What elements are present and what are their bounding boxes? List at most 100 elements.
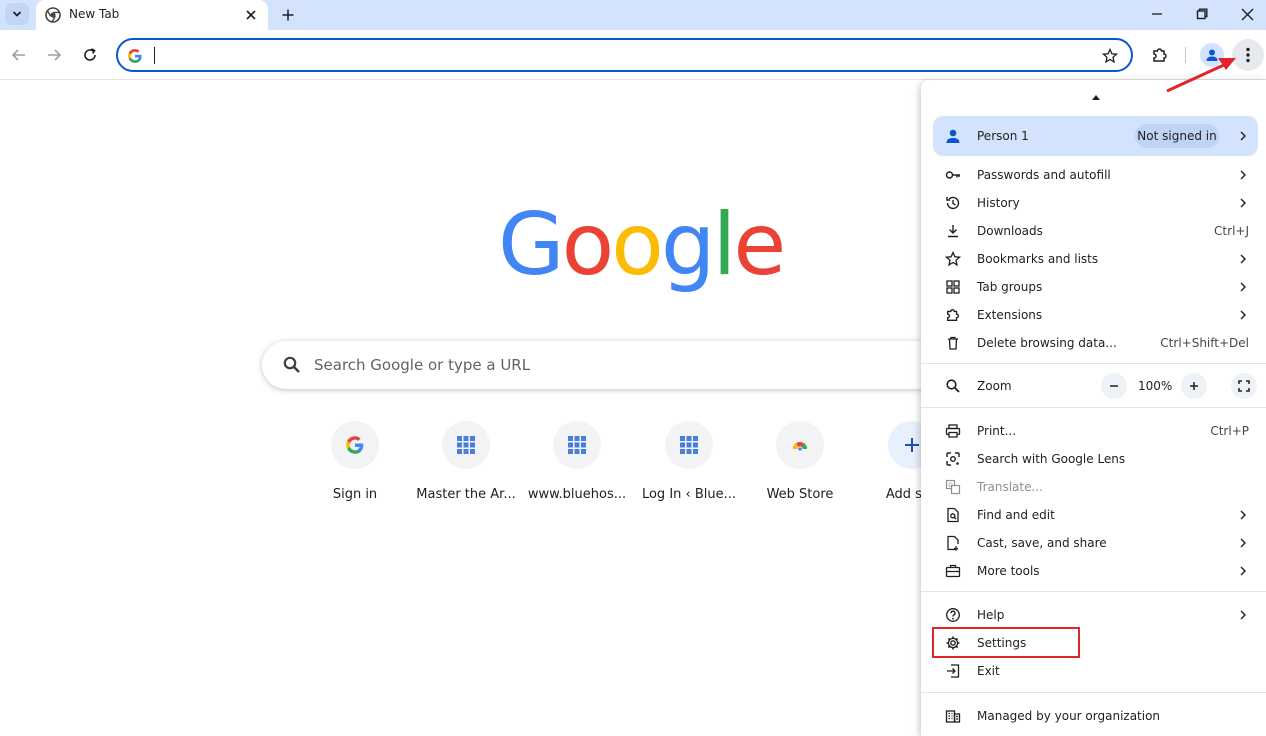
chevron-right-icon <box>1236 564 1250 578</box>
menu-item-label: Exit <box>977 664 1000 678</box>
menu-item-bookmarks[interactable]: Bookmarks and lists <box>921 245 1266 273</box>
trash-icon <box>945 335 961 351</box>
menu-item-zoom: Zoom 100% <box>921 372 1266 400</box>
settings-highlight-box <box>932 627 1080 658</box>
plus-icon <box>905 438 919 452</box>
menu-item-exit[interactable]: Exit <box>921 657 1266 685</box>
menu-item-label: Passwords and autofill <box>977 168 1111 182</box>
find-in-page-icon <box>945 507 961 523</box>
minimize-button[interactable] <box>1146 4 1168 24</box>
shortcut-label: Master the Ar... <box>416 487 516 502</box>
menu-item-label: Downloads <box>977 224 1043 238</box>
help-icon <box>945 607 961 623</box>
menu-shortcut: Ctrl+Shift+Del <box>1160 336 1249 350</box>
close-icon <box>1241 8 1253 20</box>
google-logo: Google <box>498 195 786 295</box>
web-store-icon <box>793 442 807 452</box>
printer-icon <box>945 423 961 439</box>
building-icon <box>945 708 961 724</box>
svg-text:G: G <box>948 482 953 489</box>
signed-in-status-badge: Not signed in <box>1135 124 1219 148</box>
search-placeholder: Search Google or type a URL <box>314 356 531 374</box>
chrome-icon <box>45 7 61 23</box>
ntp-search-box[interactable]: Search Google or type a URL <box>262 341 962 389</box>
person-icon <box>946 129 960 143</box>
chevron-right-icon <box>1236 608 1250 622</box>
omnibox-caret <box>154 47 155 64</box>
shortcut-icon-circle <box>553 421 601 469</box>
tab-close-button[interactable] <box>243 7 259 23</box>
menu-item-label: Zoom <box>977 379 1012 393</box>
shortcut-icon-circle <box>442 421 490 469</box>
menu-item-cast-save-share[interactable]: Cast, save, and share <box>921 529 1266 557</box>
menu-item-more-tools[interactable]: More tools <box>921 557 1266 585</box>
menu-item-label: Print... <box>977 424 1017 438</box>
shortcut-tile[interactable]: Master the Ar... <box>410 421 522 511</box>
shortcut-tile[interactable]: Log In ‹ Blue... <box>633 421 745 511</box>
restore-button[interactable] <box>1191 4 1213 24</box>
menu-item-label: Translate... <box>977 480 1043 494</box>
download-icon <box>945 223 961 239</box>
zoom-level: 100% <box>1138 379 1173 393</box>
new-tab-button[interactable] <box>278 5 298 25</box>
chevron-right-icon <box>1236 308 1250 322</box>
translate-icon: G <box>945 479 961 495</box>
back-button[interactable] <box>8 44 30 66</box>
more-vertical-icon <box>1246 47 1250 63</box>
menu-item-tab-groups[interactable]: Tab groups <box>921 273 1266 301</box>
menu-item-label: Extensions <box>977 308 1043 322</box>
tab-groups-icon <box>945 279 961 295</box>
menu-item-translate[interactable]: G Translate... <box>921 473 1266 501</box>
chevron-right-icon <box>1236 508 1250 522</box>
menu-item-downloads[interactable]: Downloads Ctrl+J <box>921 217 1266 245</box>
menu-item-label: Tab groups <box>977 280 1043 294</box>
omnibox[interactable] <box>116 38 1133 72</box>
menu-separator <box>921 692 1266 693</box>
grid-icon <box>680 436 698 454</box>
cast-file-icon <box>945 535 961 551</box>
tab-search-button[interactable] <box>5 3 29 25</box>
menu-item-extensions[interactable]: Extensions <box>921 301 1266 329</box>
menu-item-find-and-edit[interactable]: Find and edit <box>921 501 1266 529</box>
star-icon <box>1102 48 1118 64</box>
chevron-right-icon <box>1236 129 1250 143</box>
star-icon <box>945 251 961 267</box>
shortcut-tile[interactable]: www.bluehos... <box>521 421 633 511</box>
chevron-right-icon <box>1236 536 1250 550</box>
menu-separator <box>921 591 1266 592</box>
shortcut-icon-circle <box>665 421 713 469</box>
menu-item-delete-browsing-data[interactable]: Delete browsing data... Ctrl+Shift+Del <box>921 329 1266 357</box>
zoom-out-button[interactable] <box>1101 373 1127 399</box>
shortcut-label: www.bluehos... <box>527 487 627 502</box>
zoom-in-button[interactable] <box>1181 373 1207 399</box>
chevron-right-icon <box>1236 168 1250 182</box>
plus-icon <box>282 9 294 21</box>
shortcut-tile[interactable]: Web Store <box>744 421 856 511</box>
grid-icon <box>568 436 586 454</box>
window-close-button[interactable] <box>1236 4 1258 24</box>
toolbox-icon <box>945 563 961 579</box>
shortcut-tile[interactable]: Sign in <box>299 421 411 511</box>
menu-separator <box>921 407 1266 408</box>
menu-item-google-lens[interactable]: Search with Google Lens <box>921 445 1266 473</box>
forward-button[interactable] <box>43 44 65 66</box>
shortcut-label: Log In ‹ Blue... <box>641 487 737 502</box>
menu-shortcut: Ctrl+J <box>1214 224 1249 238</box>
exit-icon <box>945 663 961 679</box>
menu-item-help[interactable]: Help <box>921 601 1266 629</box>
plus-icon <box>1190 382 1198 390</box>
menu-item-label: History <box>977 196 1020 210</box>
tab-strip: New Tab <box>0 0 1266 30</box>
menu-item-history[interactable]: History <box>921 189 1266 217</box>
fullscreen-button[interactable] <box>1231 373 1257 399</box>
tab-new-tab[interactable]: New Tab <box>36 0 268 30</box>
menu-item-passwords[interactable]: Passwords and autofill <box>921 161 1266 189</box>
menu-item-print[interactable]: Print... Ctrl+P <box>921 417 1266 445</box>
menu-item-profile[interactable]: Person 1 Not signed in <box>933 116 1258 156</box>
bookmark-star-button[interactable] <box>1101 47 1119 65</box>
chevron-right-icon <box>1236 196 1250 210</box>
reload-button[interactable] <box>79 44 101 66</box>
menu-item-label: Bookmarks and lists <box>977 252 1099 266</box>
menu-item-managed-by-organization[interactable]: Managed by your organization <box>921 702 1266 730</box>
history-icon <box>945 195 961 211</box>
